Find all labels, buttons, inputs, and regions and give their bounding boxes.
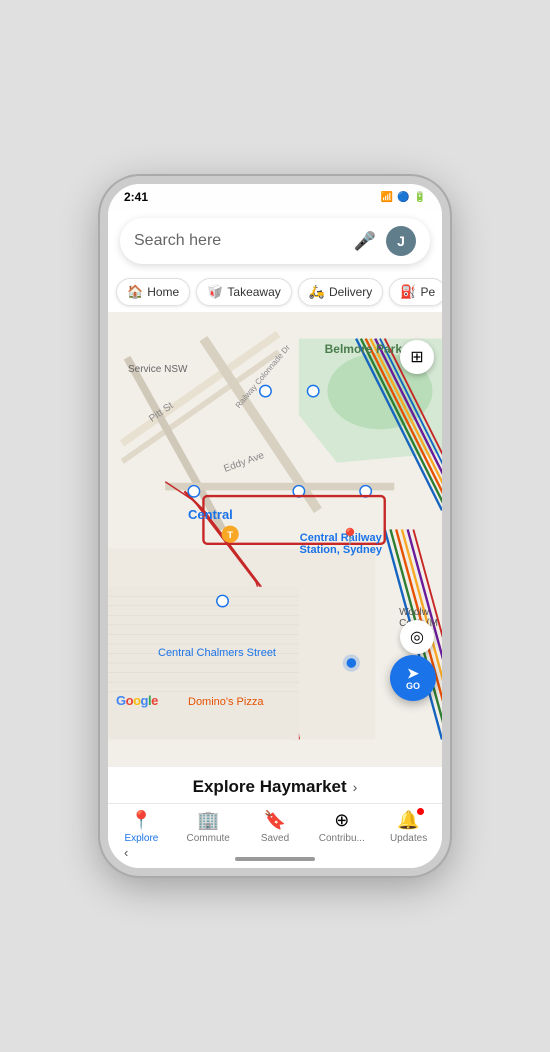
explore-title: Explore Haymarket [193,777,347,797]
explore-bar[interactable]: Explore Haymarket › [108,766,442,803]
nav-updates[interactable]: 🔔 Updates [375,810,442,844]
layers-icon: ⊞ [410,347,423,367]
updates-nav-icon: 🔔 [397,810,419,831]
map-container[interactable]: T Belmore Park Service NSW Pitt St Railw… [108,312,442,766]
home-bar: ‹ [108,852,442,868]
quick-action-delivery-label: Delivery [329,285,372,299]
explore-nav-icon: 📍 [130,810,152,831]
commute-nav-icon: 🏢 [197,810,219,831]
nav-explore[interactable]: 📍 Explore [108,810,175,844]
layers-button[interactable]: ⊞ [400,340,434,374]
quick-action-petrol[interactable]: ⛽ Pe [389,278,442,306]
nav-explore-label: Explore [124,833,158,844]
go-button[interactable]: ➤ GO [390,655,436,701]
svg-text:T: T [227,530,233,541]
mic-icon[interactable]: 🎤 [354,230,376,252]
avatar[interactable]: J [386,226,416,256]
bottom-nav: 📍 Explore 🏢 Commute 🔖 Saved ⊕ Contribu..… [108,803,442,852]
home-indicator [235,857,315,861]
nav-commute-label: Commute [187,833,230,844]
back-arrow-icon[interactable]: ‹ [124,845,128,860]
dominos-label: Domino's Pizza [188,696,263,708]
delivery-icon: 🛵 [309,284,325,300]
quick-actions: 🏠 Home 🥡 Takeaway 🛵 Delivery ⛽ Pe [108,272,442,312]
status-bar: 2:41 📶 🔵 🔋 [108,184,442,210]
central-railway-pin: 📍 [340,527,360,547]
quick-action-home-label: Home [147,285,179,299]
battery-icon: 🔋 [414,192,426,203]
search-placeholder: Search here [134,232,344,250]
go-label: GO [406,681,420,691]
go-arrow-icon: ➤ [407,665,419,682]
quick-action-takeaway-label: Takeaway [227,285,280,299]
wifi-icon: 🔵 [397,192,409,203]
status-icons: 📶 🔵 🔋 [381,192,426,203]
home-icon: 🏠 [127,284,143,300]
search-bar[interactable]: Search here 🎤 J [120,218,430,264]
status-time: 2:41 [124,190,148,204]
quick-action-takeaway[interactable]: 🥡 Takeaway [196,278,292,306]
location-button[interactable]: ◎ [400,620,434,654]
contribute-nav-icon: ⊕ [334,810,349,831]
quick-action-petrol-label: Pe [420,285,435,299]
location-icon: ◎ [410,627,424,647]
nav-saved[interactable]: 🔖 Saved [242,810,309,844]
nav-commute[interactable]: 🏢 Commute [175,810,242,844]
explore-arrow-icon: › [353,779,358,795]
saved-nav-icon: 🔖 [264,810,286,831]
search-bar-container: Search here 🎤 J [108,210,442,272]
google-logo: Google [116,693,158,708]
nav-saved-label: Saved [261,833,289,844]
petrol-icon: ⛽ [400,284,416,300]
nav-updates-label: Updates [390,833,427,844]
nav-contribute-label: Contribu... [319,833,365,844]
quick-action-delivery[interactable]: 🛵 Delivery [298,278,384,306]
nav-contribute[interactable]: ⊕ Contribu... [308,810,375,844]
network-icon: 📶 [381,192,393,203]
takeaway-icon: 🥡 [207,284,223,300]
phone-frame: 2:41 📶 🔵 🔋 Search here 🎤 J 🏠 Home 🥡 Take… [100,176,450,876]
quick-action-home[interactable]: 🏠 Home [116,278,190,306]
